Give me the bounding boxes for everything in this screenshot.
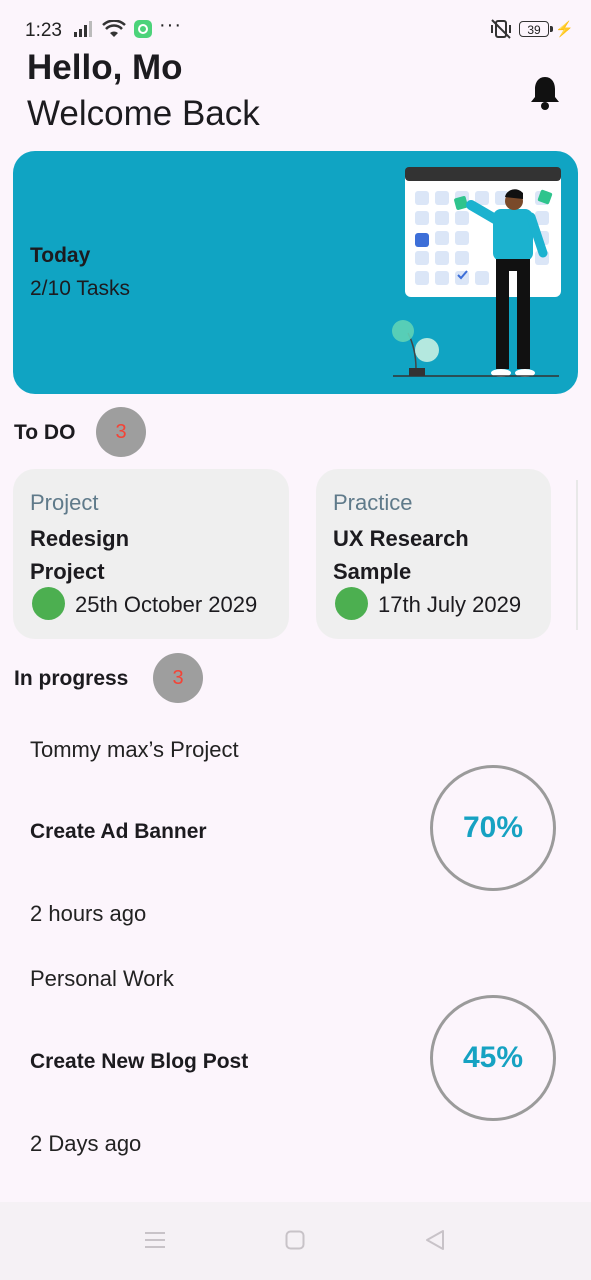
charging-icon: ⚡: [555, 21, 574, 38]
wifi-icon: [102, 20, 126, 37]
progress-time: 2 Days ago: [30, 1131, 142, 1156]
menu-icon[interactable]: [144, 1230, 166, 1250]
progress-group: Personal Work: [30, 966, 174, 991]
progress-task: Create New Blog Post: [30, 1050, 249, 1073]
progress-percent-ring: 45%: [430, 995, 556, 1121]
bell-icon[interactable]: [528, 75, 562, 111]
calendar-illustration: [392, 167, 561, 377]
back-triangle-icon[interactable]: [424, 1229, 446, 1251]
signal-icon: [74, 21, 92, 37]
status-time: 1:23: [25, 20, 62, 41]
greeting-title: Hello, Mo: [27, 48, 183, 87]
card-date: 17th July 2029: [378, 592, 522, 617]
in-progress-count-badge: 3: [153, 653, 203, 703]
vibrate-off-icon: [491, 19, 511, 39]
welcome-subtitle: Welcome Back: [27, 94, 260, 133]
todo-card[interactable]: Practice UX Research Sample 17th July 20…: [316, 469, 551, 639]
banner-task-count: 2/10 Tasks: [30, 277, 131, 300]
todo-count-badge: 3: [96, 407, 146, 457]
status-dot: [32, 587, 65, 620]
todo-card[interactable]: Project Redesign Project 25th October 20…: [13, 469, 289, 639]
card-category: Practice: [333, 490, 413, 515]
card-category: Project: [30, 490, 99, 515]
status-dot: [335, 587, 368, 620]
card-title: Redesign Project: [30, 526, 130, 584]
more-icon: ···: [159, 14, 182, 36]
progress-percent-ring: 70%: [430, 765, 556, 891]
system-nav-bar: [0, 1202, 591, 1280]
progress-task: Create Ad Banner: [30, 820, 207, 843]
in-progress-label: In progress: [14, 667, 129, 690]
banner-title: Today: [30, 244, 91, 267]
progress-group: Tommy max’s Project: [30, 737, 239, 762]
todo-label: To DO: [14, 421, 76, 444]
card-date: 25th October 2029: [75, 592, 258, 617]
card-title: UX Research Sample: [333, 526, 469, 584]
home-square-icon[interactable]: [285, 1230, 305, 1250]
progress-time: 2 hours ago: [30, 901, 147, 926]
todo-card-edge: [576, 480, 578, 630]
app-notification-icon: [134, 20, 152, 38]
today-banner[interactable]: Today 2/10 Tasks: [13, 151, 578, 394]
battery-icon: 39: [519, 21, 553, 37]
